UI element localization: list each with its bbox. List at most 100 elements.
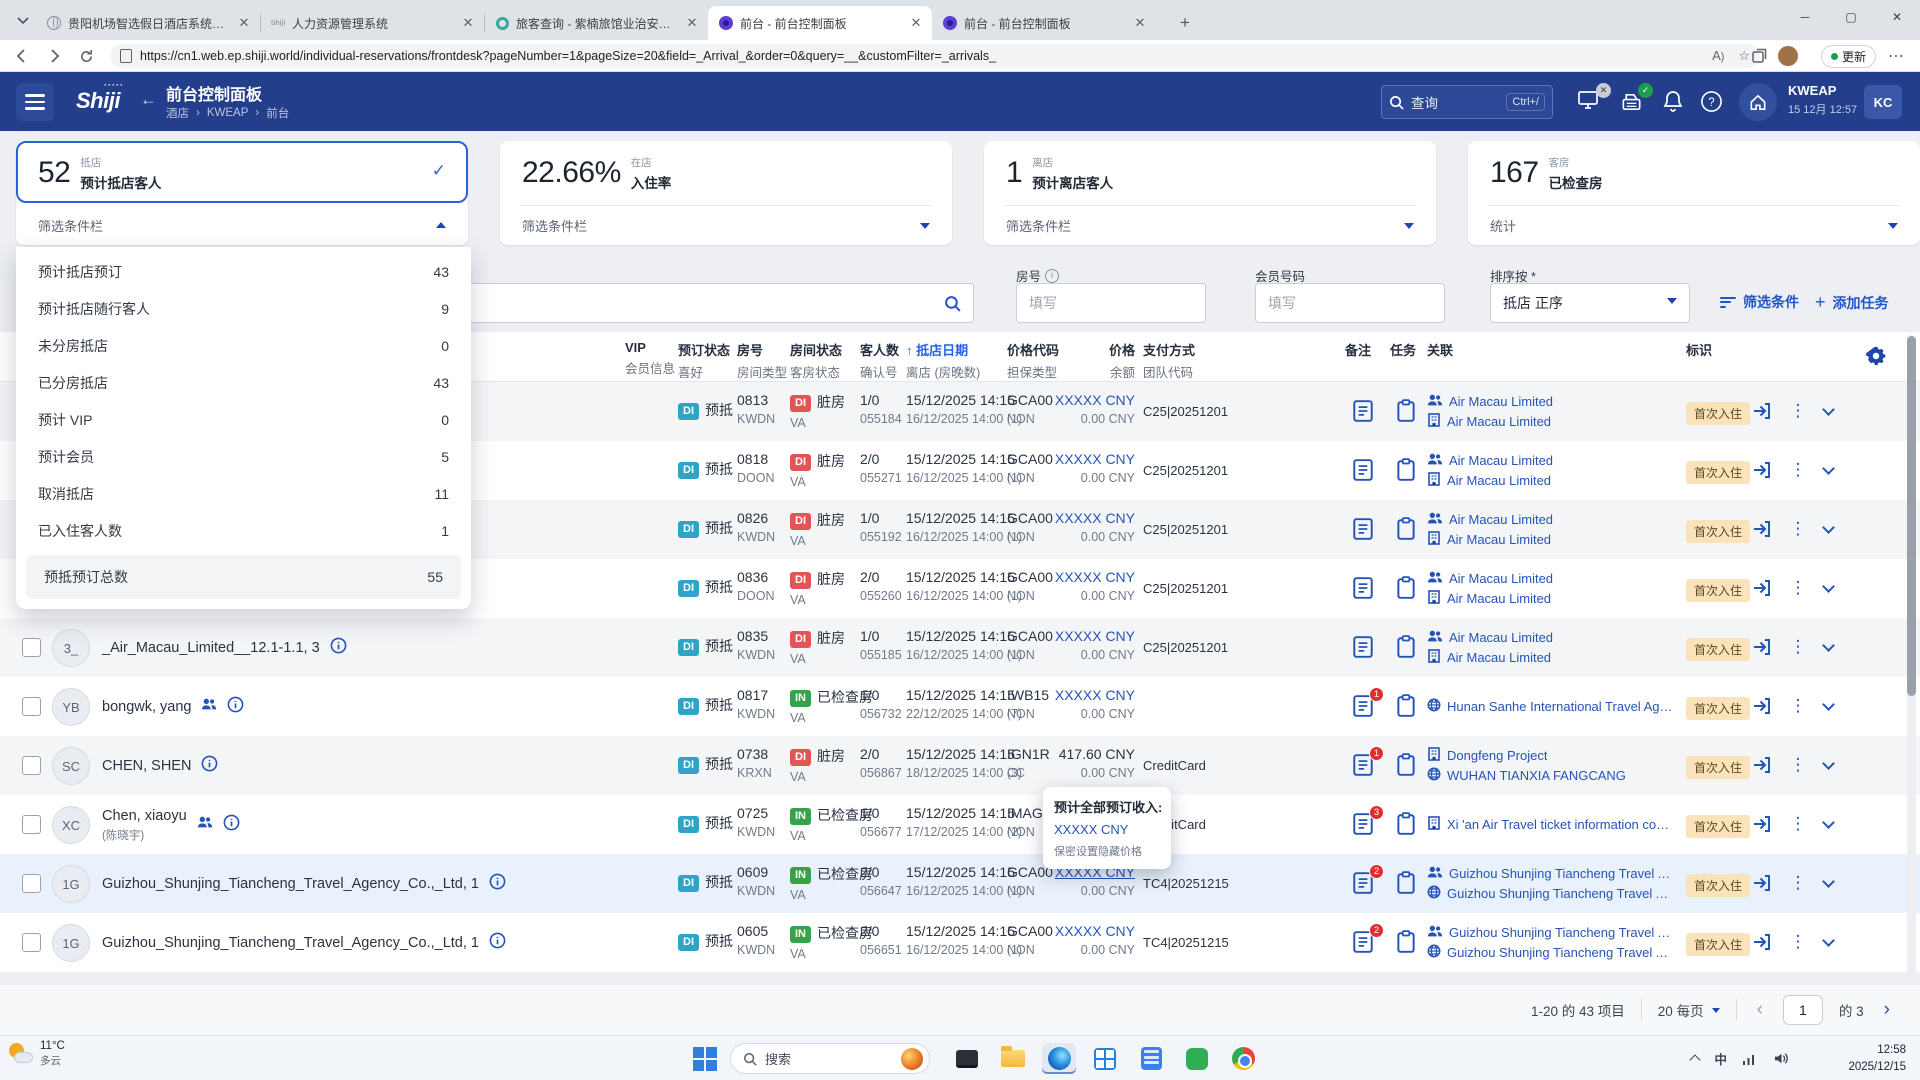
volume-icon[interactable]: [1773, 1051, 1790, 1066]
linked-profile[interactable]: Air Macau Limited: [1427, 511, 1553, 528]
room-number-input[interactable]: 填写: [1016, 283, 1206, 323]
price[interactable]: XXXXX CNY: [1040, 628, 1135, 644]
expand-row-chevron-icon[interactable]: [1816, 399, 1840, 423]
tasks-icon[interactable]: [1396, 871, 1418, 895]
notes-icon[interactable]: [1352, 635, 1376, 659]
favorite-star-icon[interactable]: ☆: [1738, 48, 1750, 64]
tab-close-icon[interactable]: ✕: [236, 15, 252, 31]
tasks-icon[interactable]: [1396, 753, 1418, 777]
guest-name[interactable]: Chen, xiaoyu: [102, 808, 187, 824]
expand-row-chevron-icon[interactable]: [1816, 812, 1840, 836]
guest-name[interactable]: bongwk, yang: [102, 699, 191, 715]
linked-profile[interactable]: Air Macau Limited: [1427, 629, 1553, 646]
dropdown-item[interactable]: 预计抵店随行客人 9: [16, 290, 471, 327]
linked-profile[interactable]: WUHAN TIANXIA FANGCANG: [1427, 767, 1626, 784]
accompanying-guests-icon[interactable]: [201, 697, 217, 716]
notes-icon[interactable]: 2: [1352, 871, 1376, 895]
row-menu-icon[interactable]: ⋮: [1786, 635, 1810, 659]
expand-row-chevron-icon[interactable]: [1816, 694, 1840, 718]
hamburger-menu-icon[interactable]: [16, 83, 54, 121]
linked-profile[interactable]: Air Macau Limited: [1427, 649, 1553, 666]
tray-expand-icon[interactable]: [1690, 1054, 1701, 1065]
row-menu-icon[interactable]: ⋮: [1786, 812, 1810, 836]
linked-profile[interactable]: Air Macau Limited: [1427, 472, 1553, 489]
row-checkbox[interactable]: [22, 697, 41, 716]
breadcrumb-property[interactable]: KWEAP: [207, 107, 249, 119]
notes-icon[interactable]: [1352, 458, 1376, 482]
stat-card[interactable]: ✓ 52 抵店 预计抵店客人 筛选条件栏: [16, 141, 468, 245]
linked-profile[interactable]: Air Macau Limited: [1427, 413, 1553, 430]
reservation-row[interactable]: 1G Guizhou_Shunjing_Tiancheng_Travel_Age…: [0, 913, 1920, 972]
row-menu-icon[interactable]: ⋮: [1786, 458, 1810, 482]
member-number-input[interactable]: 填写: [1255, 283, 1445, 323]
expand-row-chevron-icon[interactable]: [1816, 753, 1840, 777]
rewards-icon[interactable]: [901, 1048, 923, 1070]
linked-profile[interactable]: Guizhou Shunjing Tiancheng Travel Age...: [1427, 865, 1677, 882]
linked-profile[interactable]: Guizhou Shunjing Tiancheng Travel Age...: [1427, 944, 1677, 961]
tab-close-icon[interactable]: ✕: [1132, 15, 1148, 31]
guest-name[interactable]: CHEN, SHEN: [102, 758, 191, 774]
weather-widget[interactable]: 11°C 多云: [8, 1040, 65, 1068]
taskbar-app-edge-active[interactable]: [1042, 1043, 1076, 1074]
browser-tab[interactable]: 前台 - 前台控制面板 ✕: [932, 6, 1156, 40]
taskbar-app-green[interactable]: [1180, 1043, 1214, 1074]
notes-icon[interactable]: [1352, 399, 1376, 423]
stat-card[interactable]: 22.66% 在店 入住率 筛选条件栏: [500, 141, 952, 245]
reservation-row[interactable]: 3_ _Air_Macau_Limited__12.1-1.1, 3 DI预抵 …: [0, 618, 1920, 677]
dropdown-item[interactable]: 预计抵店预订 43: [16, 253, 471, 290]
linked-profile[interactable]: Air Macau Limited: [1427, 570, 1553, 587]
add-task-button[interactable]: + 添加任务: [1815, 292, 1889, 313]
check-in-icon[interactable]: [1750, 930, 1774, 954]
row-checkbox[interactable]: [22, 638, 41, 657]
notes-icon[interactable]: 3: [1352, 812, 1376, 836]
reload-icon[interactable]: [74, 44, 98, 68]
per-page-select[interactable]: 20 每页: [1658, 1000, 1720, 1020]
tasks-icon[interactable]: [1396, 812, 1418, 836]
card-footer-toggle[interactable]: 筛选条件栏: [500, 206, 952, 245]
row-menu-icon[interactable]: ⋮: [1786, 871, 1810, 895]
browser-tab[interactable]: Shiji 人力资源管理系统 ✕: [260, 6, 484, 40]
linked-profile[interactable]: Hunan Sanhe International Travel Agen...: [1427, 698, 1675, 715]
reservation-row[interactable]: YB bongwk, yang DI预抵 0817KWDN IN已检查房 VA …: [0, 677, 1920, 736]
tasks-icon[interactable]: [1396, 635, 1418, 659]
tooltip-value[interactable]: XXXXX CNY: [1054, 822, 1160, 837]
reservation-row[interactable]: SC CHEN, SHEN DI预抵 0738KRXN DI脏房 VA 2/00…: [0, 736, 1920, 795]
reservation-row[interactable]: 1G Guizhou_Shunjing_Tiancheng_Travel_Age…: [0, 854, 1920, 913]
breadcrumb-hotel[interactable]: 酒店: [166, 105, 189, 121]
price[interactable]: XXXXX CNY: [1040, 923, 1135, 939]
tab-close-icon[interactable]: ✕: [684, 15, 700, 31]
check-in-icon[interactable]: [1750, 576, 1774, 600]
browser-tab[interactable]: 贵阳机场智选假日酒店系统网址导 ✕: [36, 6, 260, 40]
back-arrow-icon[interactable]: ←: [140, 90, 157, 110]
guest-name[interactable]: _Air_Macau_Limited__12.1-1.1, 3: [102, 640, 320, 656]
home-icon[interactable]: [1739, 83, 1777, 121]
minimize-button[interactable]: ─: [1782, 0, 1828, 34]
tasks-icon[interactable]: [1396, 517, 1418, 541]
tasks-icon[interactable]: [1396, 458, 1418, 482]
price[interactable]: XXXXX CNY: [1040, 569, 1135, 585]
info-icon[interactable]: [223, 814, 240, 836]
check-in-icon[interactable]: [1750, 399, 1774, 423]
breadcrumb-frontdesk[interactable]: 前台: [266, 105, 289, 121]
global-search-input[interactable]: 查询 Ctrl+/: [1381, 85, 1553, 119]
scrollbar-thumb[interactable]: [1907, 336, 1916, 696]
prev-page-button[interactable]: ‹: [1753, 999, 1767, 1021]
maximize-button[interactable]: ▢: [1828, 0, 1874, 34]
browser-tab[interactable]: 前台 - 前台控制面板 ✕: [708, 6, 932, 40]
expand-row-chevron-icon[interactable]: [1816, 517, 1840, 541]
info-icon[interactable]: [201, 755, 218, 777]
row-checkbox[interactable]: [22, 933, 41, 952]
linked-profile[interactable]: Dongfeng Project: [1427, 747, 1626, 764]
read-aloud-icon[interactable]: A): [1712, 48, 1724, 64]
price[interactable]: XXXXX CNY: [1040, 451, 1135, 467]
column-header[interactable]: 房间状态 客房状态: [790, 340, 842, 381]
collections-icon[interactable]: [1752, 44, 1768, 68]
column-header[interactable]: ↑ 抵店日期 离店 (房晚数): [906, 340, 980, 381]
help-icon[interactable]: ?: [1700, 90, 1726, 116]
column-header[interactable]: 备注: [1345, 340, 1371, 359]
site-info-icon[interactable]: [120, 49, 132, 63]
back-icon[interactable]: [10, 44, 34, 68]
card-footer-toggle[interactable]: 筛选条件栏: [984, 206, 1436, 245]
dropdown-item[interactable]: 预计会员 5: [16, 438, 471, 475]
row-menu-icon[interactable]: ⋮: [1786, 694, 1810, 718]
